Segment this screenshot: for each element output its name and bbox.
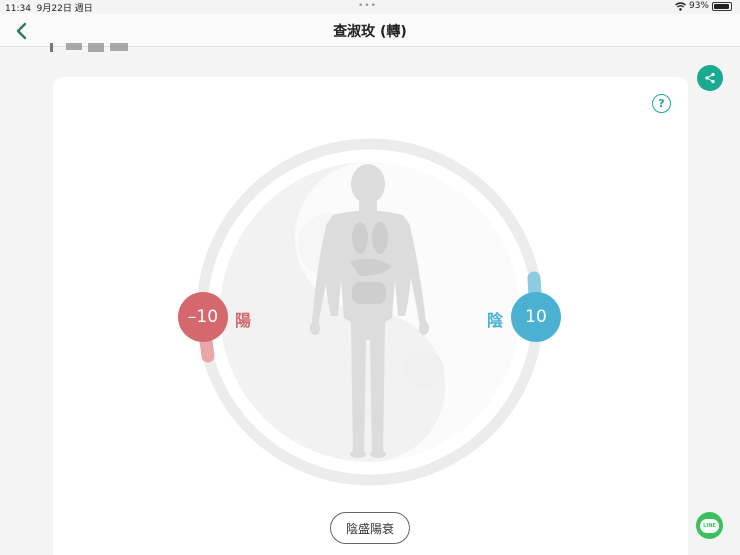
yin-yang-diagram — [196, 138, 544, 486]
diagnosis-result-button[interactable]: 陰盛陽衰 — [330, 512, 410, 544]
yin-label: 陰 — [487, 311, 504, 330]
yin-yang-dot-bottom — [404, 350, 444, 390]
line-icon: LINE — [700, 518, 719, 533]
yang-knob[interactable]: –10 — [178, 292, 228, 342]
yin-knob[interactable]: 10 — [511, 292, 561, 342]
line-share-button[interactable]: LINE — [696, 512, 723, 539]
yang-label: 陽 — [235, 311, 252, 330]
